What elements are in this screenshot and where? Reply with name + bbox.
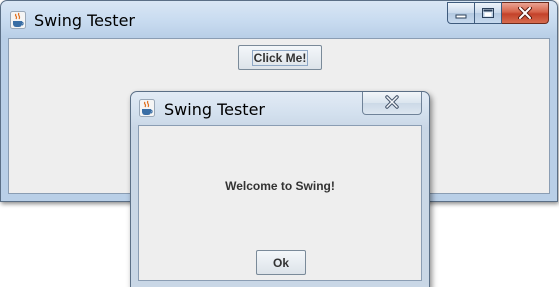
welcome-dialog: Swing Tester Welcome to Swing! Ok bbox=[130, 91, 430, 287]
click-me-button[interactable]: Click Me! bbox=[238, 45, 322, 70]
dialog-message: Welcome to Swing! bbox=[225, 179, 335, 193]
main-window-title: Swing Tester bbox=[34, 11, 135, 30]
dialog-close-button[interactable] bbox=[362, 92, 422, 115]
ok-button[interactable]: Ok bbox=[256, 250, 306, 275]
desktop: Swing Tester Click Me! Swing Tester Welc… bbox=[0, 0, 559, 287]
close-icon bbox=[518, 4, 532, 23]
minimize-button[interactable] bbox=[447, 2, 475, 24]
java-coffee-cup-icon bbox=[139, 99, 155, 121]
dialog-title: Swing Tester bbox=[164, 100, 265, 119]
minimize-icon bbox=[455, 4, 467, 23]
click-me-button-label: Click Me! bbox=[251, 49, 309, 66]
maximize-icon bbox=[481, 4, 495, 23]
maximize-button[interactable] bbox=[475, 2, 502, 24]
dialog-content-panel: Welcome to Swing! Ok bbox=[138, 125, 422, 281]
java-coffee-cup-icon bbox=[10, 11, 26, 33]
caption-buttons bbox=[447, 2, 549, 24]
close-button[interactable] bbox=[502, 2, 549, 24]
ok-button-label: Ok bbox=[272, 255, 289, 270]
close-icon bbox=[384, 94, 400, 113]
